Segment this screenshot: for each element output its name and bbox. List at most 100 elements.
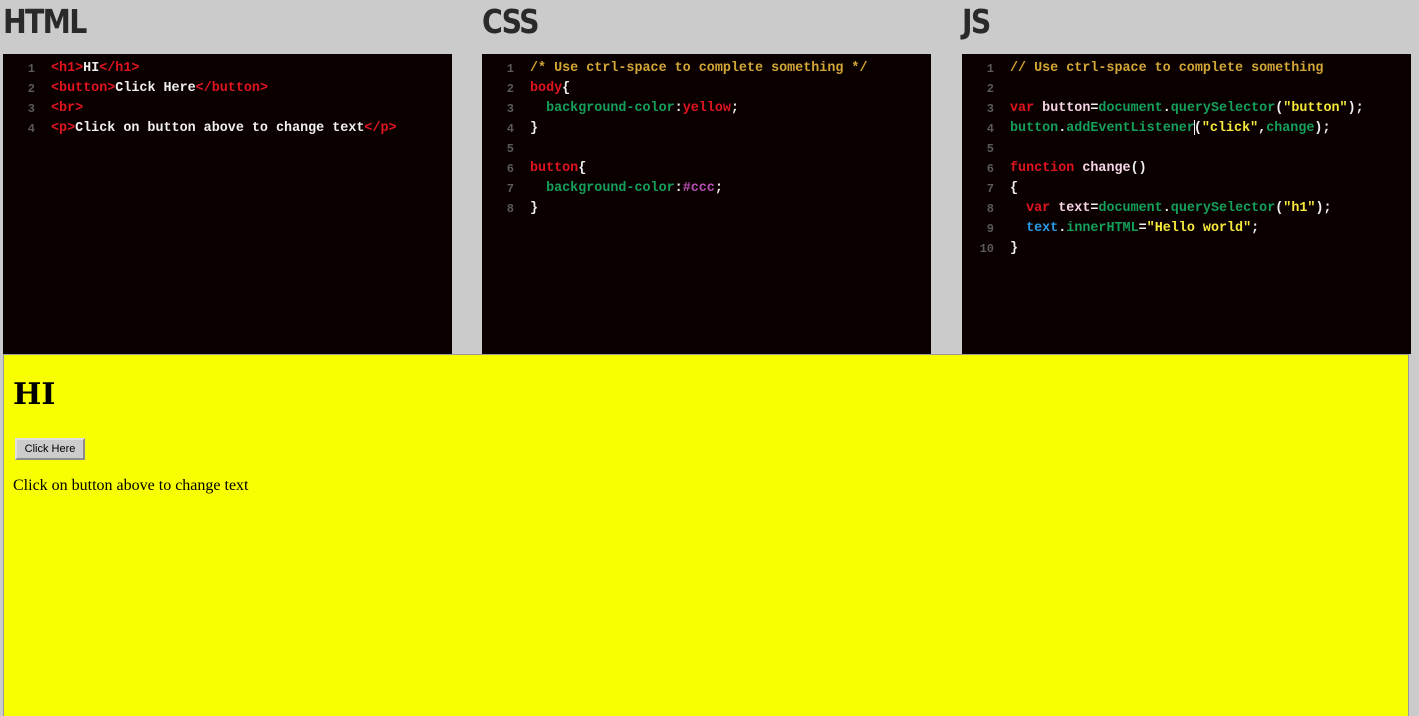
code-token: </h1>: [99, 61, 140, 76]
code-line[interactable]: 4}: [482, 119, 931, 139]
line-number: 7: [986, 182, 994, 196]
code-token: text: [1026, 221, 1059, 236]
code-line[interactable]: 1 /* Use ctrl-space to complete something…: [482, 59, 931, 79]
code-line[interactable]: 5: [962, 139, 1411, 159]
code-line[interactable]: 8 var text=document.querySelector("h1");: [962, 199, 1411, 219]
code-line[interactable]: 3 <br>: [3, 99, 452, 119]
line-number: 2: [506, 82, 514, 96]
code-token: ;: [714, 181, 723, 196]
code-text: function change(): [1010, 159, 1147, 179]
code-token: (): [1130, 161, 1147, 176]
code-text: button.addEventListener("click",change);: [1010, 119, 1330, 139]
js-panel-title: JS: [962, 2, 991, 41]
code-token: var: [1026, 201, 1051, 216]
code-text: background-color:yellow;: [530, 99, 739, 119]
css-panel-title: CSS: [482, 2, 540, 41]
code-token: <p>: [51, 121, 76, 136]
code-token: querySelector: [1170, 201, 1276, 216]
line-number: 9: [986, 222, 994, 236]
code-line[interactable]: 2: [962, 79, 1411, 99]
preview-click-button[interactable]: Click Here: [15, 438, 85, 460]
line-number: 5: [506, 142, 514, 156]
preview-heading: HI: [13, 377, 56, 412]
code-token: "button": [1283, 101, 1348, 116]
code-text: var button=document.querySelector("butto…: [1010, 99, 1364, 119]
code-token: yellow: [682, 101, 731, 116]
html-code-editor[interactable]: 1 <h1>HI</h1> 2 <button>Click Here</button>…: [3, 54, 452, 354]
line-number: 1: [506, 62, 514, 76]
code-text: {: [1010, 179, 1018, 199]
preview-paragraph: Click on button above to change text: [13, 477, 249, 494]
code-token: "click": [1201, 121, 1259, 136]
code-token: button: [1010, 121, 1059, 136]
code-token: {: [1010, 181, 1019, 196]
code-token: change: [1082, 161, 1131, 176]
code-text: <br>: [51, 99, 83, 119]
code-token: function: [1010, 161, 1075, 176]
code-token: {: [562, 81, 571, 96]
code-token: ;: [730, 101, 739, 116]
line-number: 4: [27, 122, 35, 136]
code-line[interactable]: 3 var button=document.querySelector("butt…: [962, 99, 1411, 119]
line-number: 4: [986, 122, 994, 136]
code-token: innerHTML: [1066, 221, 1139, 236]
code-line[interactable]: 1 // Use ctrl-space to complete something: [962, 59, 1411, 79]
line-number: 8: [506, 202, 514, 216]
code-line[interactable]: 2 body{: [482, 79, 931, 99]
code-text: text.innerHTML="Hello world";: [1010, 219, 1259, 239]
preview-pane: HI Click Here Click on button above to c…: [3, 354, 1409, 716]
code-line[interactable]: 4 button.addEventListener("click",change)…: [962, 119, 1411, 139]
code-token: </p>: [364, 121, 397, 136]
code-line[interactable]: 6 button{: [482, 159, 931, 179]
css-code-editor[interactable]: 1 /* Use ctrl-space to complete something…: [482, 54, 931, 354]
code-token: <h1>: [51, 61, 84, 76]
line-number: 4: [506, 122, 514, 136]
code-line[interactable]: 6 function change(): [962, 159, 1411, 179]
code-token: );: [1314, 121, 1331, 136]
line-number: 6: [986, 162, 994, 176]
line-number: 5: [986, 142, 994, 156]
code-text: <p>Click on button above to change text<…: [51, 119, 397, 139]
code-line[interactable]: 1 <h1>HI</h1>: [3, 59, 452, 79]
code-token: document: [1098, 101, 1163, 116]
code-line[interactable]: 3 background-color:yellow;: [482, 99, 931, 119]
line-number: 2: [986, 82, 994, 96]
code-text: button{: [530, 159, 586, 179]
code-token: );: [1315, 201, 1332, 216]
js-code-editor[interactable]: 1 // Use ctrl-space to complete something…: [962, 54, 1411, 354]
code-line[interactable]: 10}: [962, 239, 1411, 259]
code-line[interactable]: 2 <button>Click Here</button>: [3, 79, 452, 99]
code-line[interactable]: 7{: [962, 179, 1411, 199]
code-token: {: [578, 161, 587, 176]
code-token: );: [1347, 101, 1364, 116]
html-panel-title: HTML: [3, 2, 87, 41]
line-number: 3: [506, 102, 514, 116]
code-token: ,: [1258, 121, 1267, 136]
code-token: }: [530, 121, 539, 136]
code-text: <button>Click Here</button>: [51, 79, 268, 99]
code-token: }: [530, 201, 539, 216]
code-token: background-color: [546, 101, 675, 116]
code-token: Click Here: [115, 81, 196, 96]
code-text: }: [530, 119, 538, 139]
line-number: 7: [506, 182, 514, 196]
code-token: :: [674, 101, 683, 116]
code-token: =: [1138, 221, 1147, 236]
code-text: }: [530, 199, 538, 219]
code-line[interactable]: 7 background-color:#ccc;: [482, 179, 931, 199]
code-token: button: [1042, 101, 1091, 116]
code-line[interactable]: 5: [482, 139, 931, 159]
code-token: // Use ctrl-space to complete something: [1010, 61, 1324, 76]
code-token: #ccc: [682, 181, 715, 196]
code-line[interactable]: 4 <p>Click on button above to change text…: [3, 119, 452, 139]
code-line[interactable]: 8}: [482, 199, 931, 219]
code-line[interactable]: 9 text.innerHTML="Hello world";: [962, 219, 1411, 239]
code-token: <br>: [51, 101, 84, 116]
line-number: 10: [979, 242, 994, 256]
code-text: var text=document.querySelector("h1");: [1010, 199, 1332, 219]
code-token: (: [1193, 121, 1202, 136]
code-token: HI: [83, 61, 100, 76]
